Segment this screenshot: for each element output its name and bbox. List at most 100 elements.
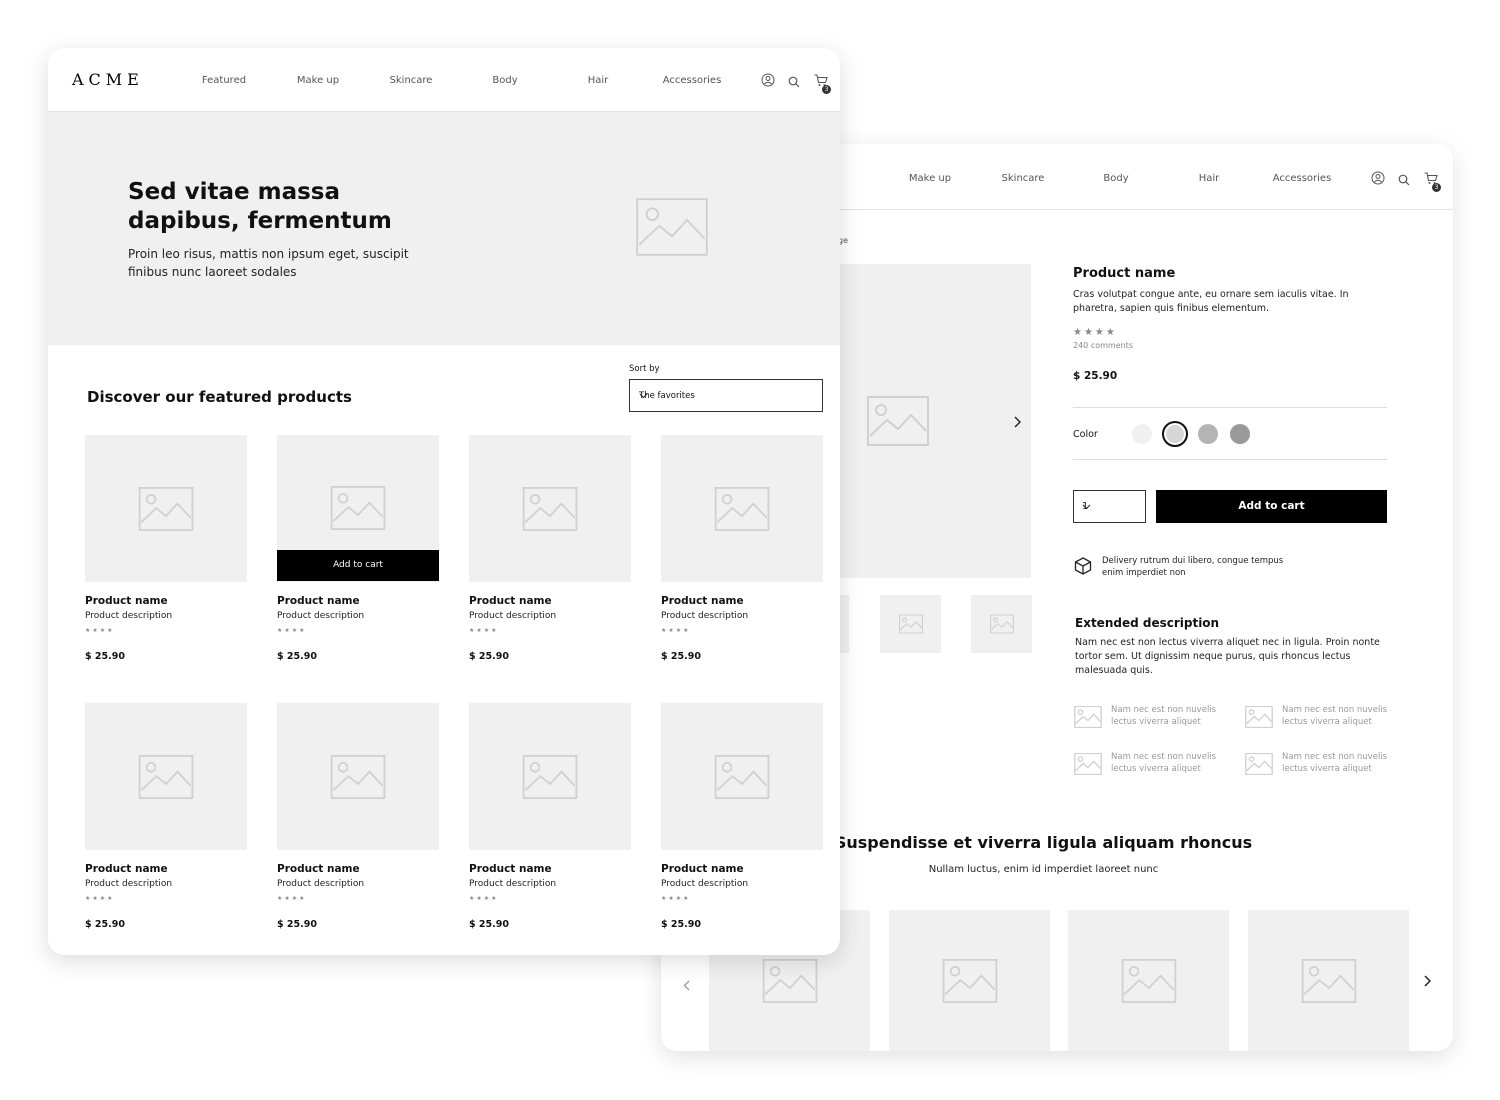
image-placeholder-icon [714, 486, 770, 531]
color-swatch[interactable] [1230, 424, 1250, 444]
product-image[interactable] [469, 703, 631, 850]
product-image[interactable] [661, 435, 823, 582]
hero-title: Sed vitae massa dapibus, fermentum [128, 179, 392, 234]
extended-description-text: Nam nec est non lectus viverra aliquet n… [1075, 637, 1380, 676]
chevron-down-icon [1082, 502, 1137, 513]
search-icon[interactable] [788, 73, 800, 92]
product-thumbnail[interactable] [880, 595, 941, 653]
sort-select[interactable]: The favorites [629, 379, 823, 412]
nav-link-skincare[interactable]: Skincare [390, 75, 433, 86]
product-image[interactable] [277, 703, 439, 850]
image-placeholder-icon [1073, 705, 1103, 732]
rating-stars: ★★★★ [85, 627, 115, 634]
product-image[interactable] [469, 435, 631, 582]
product-image[interactable] [85, 435, 247, 582]
image-placeholder-icon [138, 486, 194, 531]
divider [1073, 407, 1387, 408]
product-description: Product description [277, 611, 365, 621]
chevron-right-icon[interactable] [1423, 972, 1432, 991]
image-placeholder-icon [138, 754, 194, 799]
image-placeholder-icon [330, 754, 386, 799]
product-price: $ 25.90 [277, 651, 317, 662]
product-price: $ 25.90 [661, 651, 701, 662]
nav-link-hair[interactable]: Hair [588, 75, 609, 86]
feature-text: Nam nec est non nuvelis lectus viverra a… [1282, 752, 1388, 774]
nav-link-featured[interactable]: Featured [202, 75, 246, 86]
product-description: Product description [85, 879, 173, 889]
user-circle-icon[interactable] [761, 72, 775, 91]
nav-link-skincare[interactable]: Skincare [1002, 173, 1045, 184]
add-to-cart-button[interactable]: Add to cart [1156, 490, 1387, 523]
product-name: Product name [1073, 266, 1176, 281]
feature-text: Nam nec est non nuvelis lectus viverra a… [1282, 705, 1388, 727]
product-name[interactable]: Product name [277, 863, 360, 875]
cart-count-badge: 3 [822, 85, 831, 94]
comments-count[interactable]: 240 comments [1073, 341, 1133, 350]
product-name[interactable]: Product name [661, 863, 744, 875]
product-image[interactable] [85, 703, 247, 850]
image-placeholder-icon [714, 754, 770, 799]
rating-stars: ★★★★ [85, 895, 115, 902]
search-icon[interactable] [1398, 171, 1410, 190]
divider [1073, 459, 1387, 460]
product-description: Product description [277, 879, 365, 889]
image-placeholder-icon [330, 486, 386, 530]
image-placeholder-icon [867, 396, 930, 446]
nav-link-accessories[interactable]: Accessories [663, 75, 722, 86]
extended-description-title: Extended description [1075, 616, 1220, 630]
image-placeholder-icon [635, 198, 709, 260]
box-icon [1074, 557, 1092, 579]
cart-icon[interactable]: 3 [814, 72, 831, 94]
product-price: $ 25.90 [469, 651, 509, 662]
image-placeholder-icon [1244, 705, 1274, 732]
rating-stars: ★★★★ [1073, 327, 1117, 338]
color-swatch[interactable] [1132, 424, 1152, 444]
product-price: $ 25.90 [85, 651, 125, 662]
nav-link-makeup[interactable]: Make up [297, 75, 339, 86]
product-name[interactable]: Product name [277, 595, 360, 607]
product-name[interactable]: Product name [469, 863, 552, 875]
suggested-product-image[interactable] [1068, 910, 1229, 1051]
suggested-product-image[interactable] [889, 910, 1050, 1051]
brand-logo[interactable]: ACME [72, 70, 144, 89]
product-name[interactable]: Product name [661, 595, 744, 607]
image-placeholder-icon [762, 959, 818, 1003]
image-placeholder-icon [1244, 752, 1274, 779]
product-name[interactable]: Product name [85, 595, 168, 607]
suggested-product-image[interactable] [1248, 910, 1409, 1051]
product-description: Product description [469, 611, 557, 621]
nav-link-body[interactable]: Body [1103, 173, 1128, 184]
product-thumbnail[interactable] [971, 595, 1032, 653]
product-description: Cras volutpat congue ante, eu ornare sem… [1073, 289, 1349, 314]
product-description: Product description [85, 611, 173, 621]
color-swatch-selected[interactable] [1162, 421, 1188, 447]
image-placeholder-icon [1073, 752, 1103, 779]
image-placeholder-icon [1301, 959, 1357, 1003]
chevron-down-icon [639, 392, 812, 402]
product-price: $ 25.90 [1073, 370, 1118, 382]
rating-stars: ★★★★ [277, 895, 307, 902]
chevron-right-icon[interactable] [1013, 413, 1022, 432]
product-main-image [836, 264, 1031, 578]
product-name[interactable]: Product name [85, 863, 168, 875]
product-price: $ 25.90 [661, 919, 701, 930]
user-circle-icon[interactable] [1371, 170, 1385, 189]
color-label: Color [1073, 429, 1098, 440]
image-placeholder-icon [1121, 959, 1177, 1003]
product-image[interactable] [661, 703, 823, 850]
chevron-left-icon[interactable] [683, 976, 690, 995]
cart-icon[interactable]: 3 [1424, 170, 1441, 192]
nav-link-body[interactable]: Body [492, 75, 517, 86]
sort-label: Sort by [629, 364, 660, 374]
listing-navbar: ACME Featured Make up Skincare Body Hair… [48, 48, 840, 112]
add-to-cart-button[interactable]: Add to cart [277, 550, 439, 581]
color-swatch[interactable] [1198, 424, 1218, 444]
nav-link-makeup[interactable]: Make up [909, 173, 951, 184]
quantity-select[interactable]: 1 [1073, 490, 1146, 523]
image-placeholder-icon [522, 754, 578, 799]
product-name[interactable]: Product name [469, 595, 552, 607]
nav-link-hair[interactable]: Hair [1199, 173, 1220, 184]
delivery-info: Delivery rutrum dui libero, congue tempu… [1102, 556, 1284, 578]
image-placeholder-icon [898, 614, 923, 634]
nav-link-accessories[interactable]: Accessories [1273, 173, 1332, 184]
